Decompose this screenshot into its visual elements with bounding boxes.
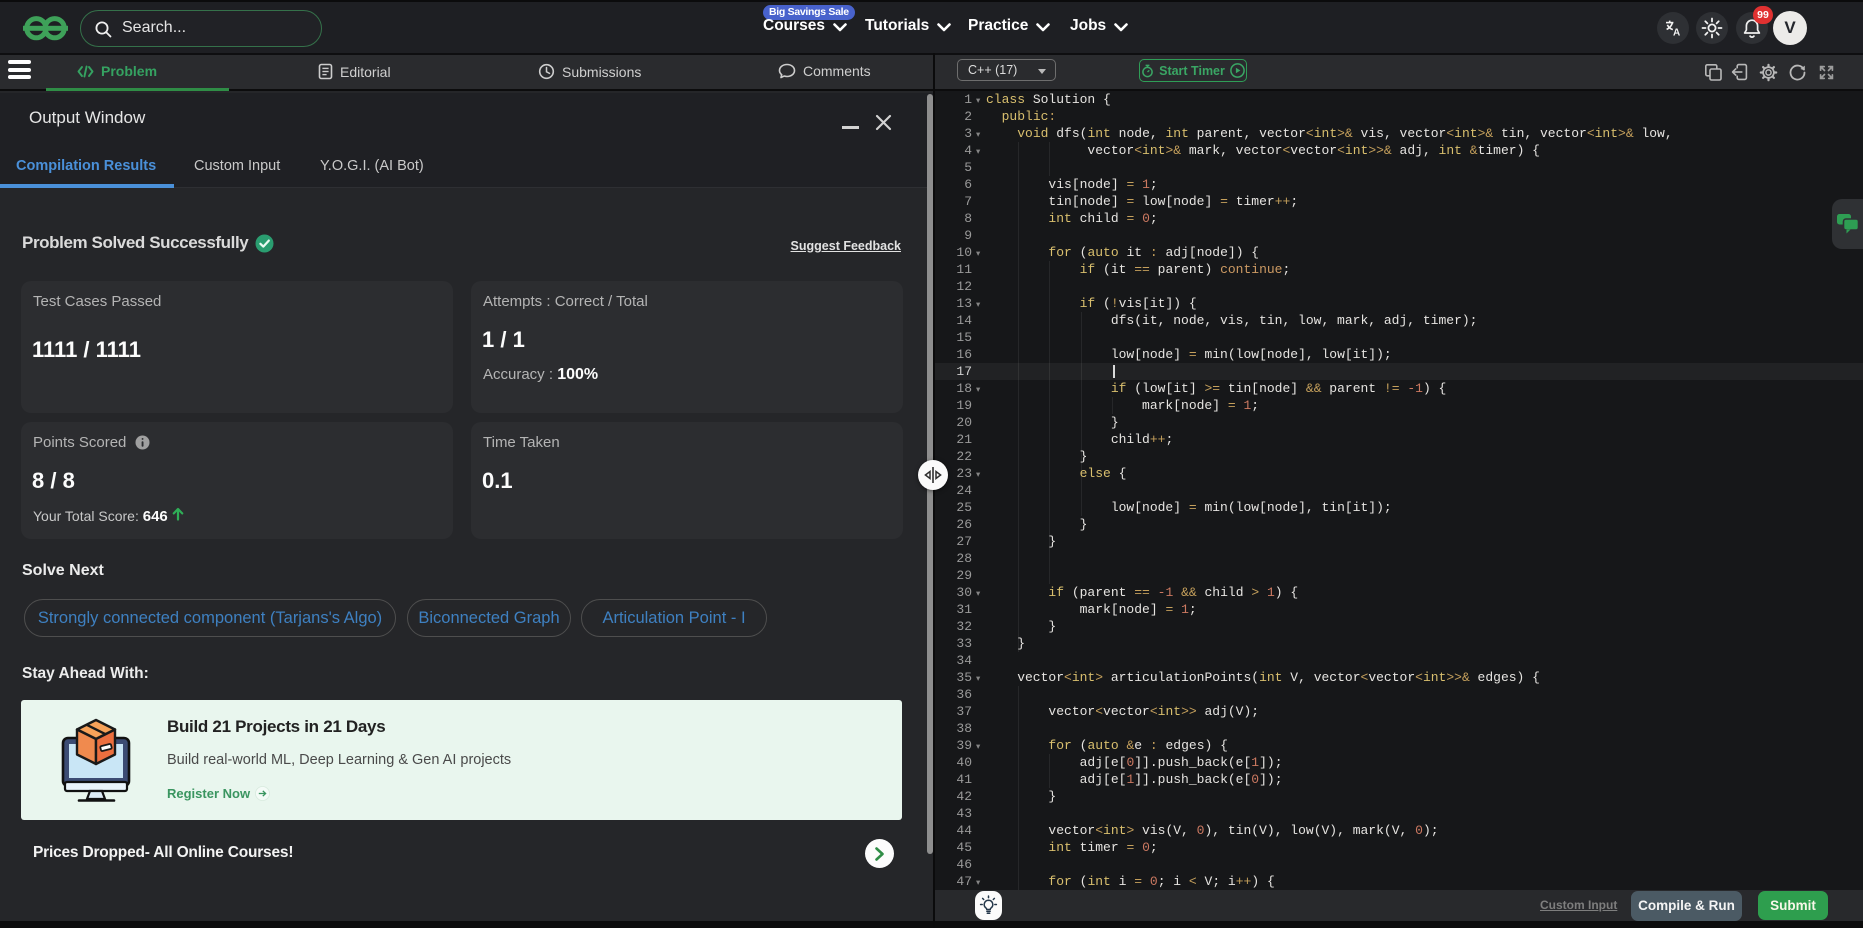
- svg-text:A: A: [1673, 27, 1680, 37]
